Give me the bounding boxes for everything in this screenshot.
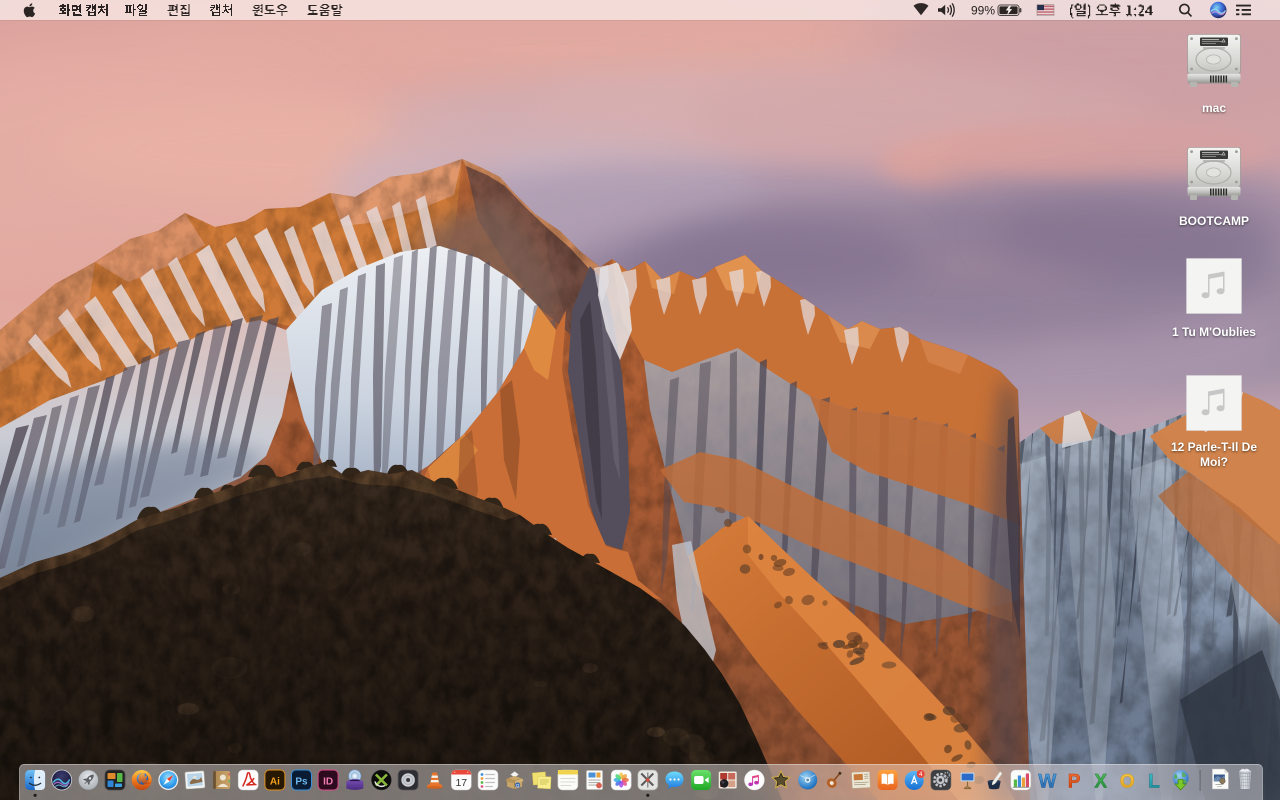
svg-text:99%: 99% (971, 4, 995, 18)
svg-text:ID: ID (323, 777, 333, 788)
svg-text:Q: Q (516, 783, 520, 788)
svg-text:Ps: Ps (295, 777, 308, 788)
svg-text:17: 17 (455, 777, 467, 789)
svg-text:O: O (1120, 772, 1135, 793)
svg-text:L: L (1148, 772, 1160, 793)
svg-text:Ai: Ai (270, 777, 280, 788)
svg-text:4: 4 (919, 771, 923, 778)
svg-text:W: W (1038, 772, 1056, 793)
svg-text:X: X (1094, 772, 1107, 793)
svg-text:P: P (1068, 772, 1081, 793)
